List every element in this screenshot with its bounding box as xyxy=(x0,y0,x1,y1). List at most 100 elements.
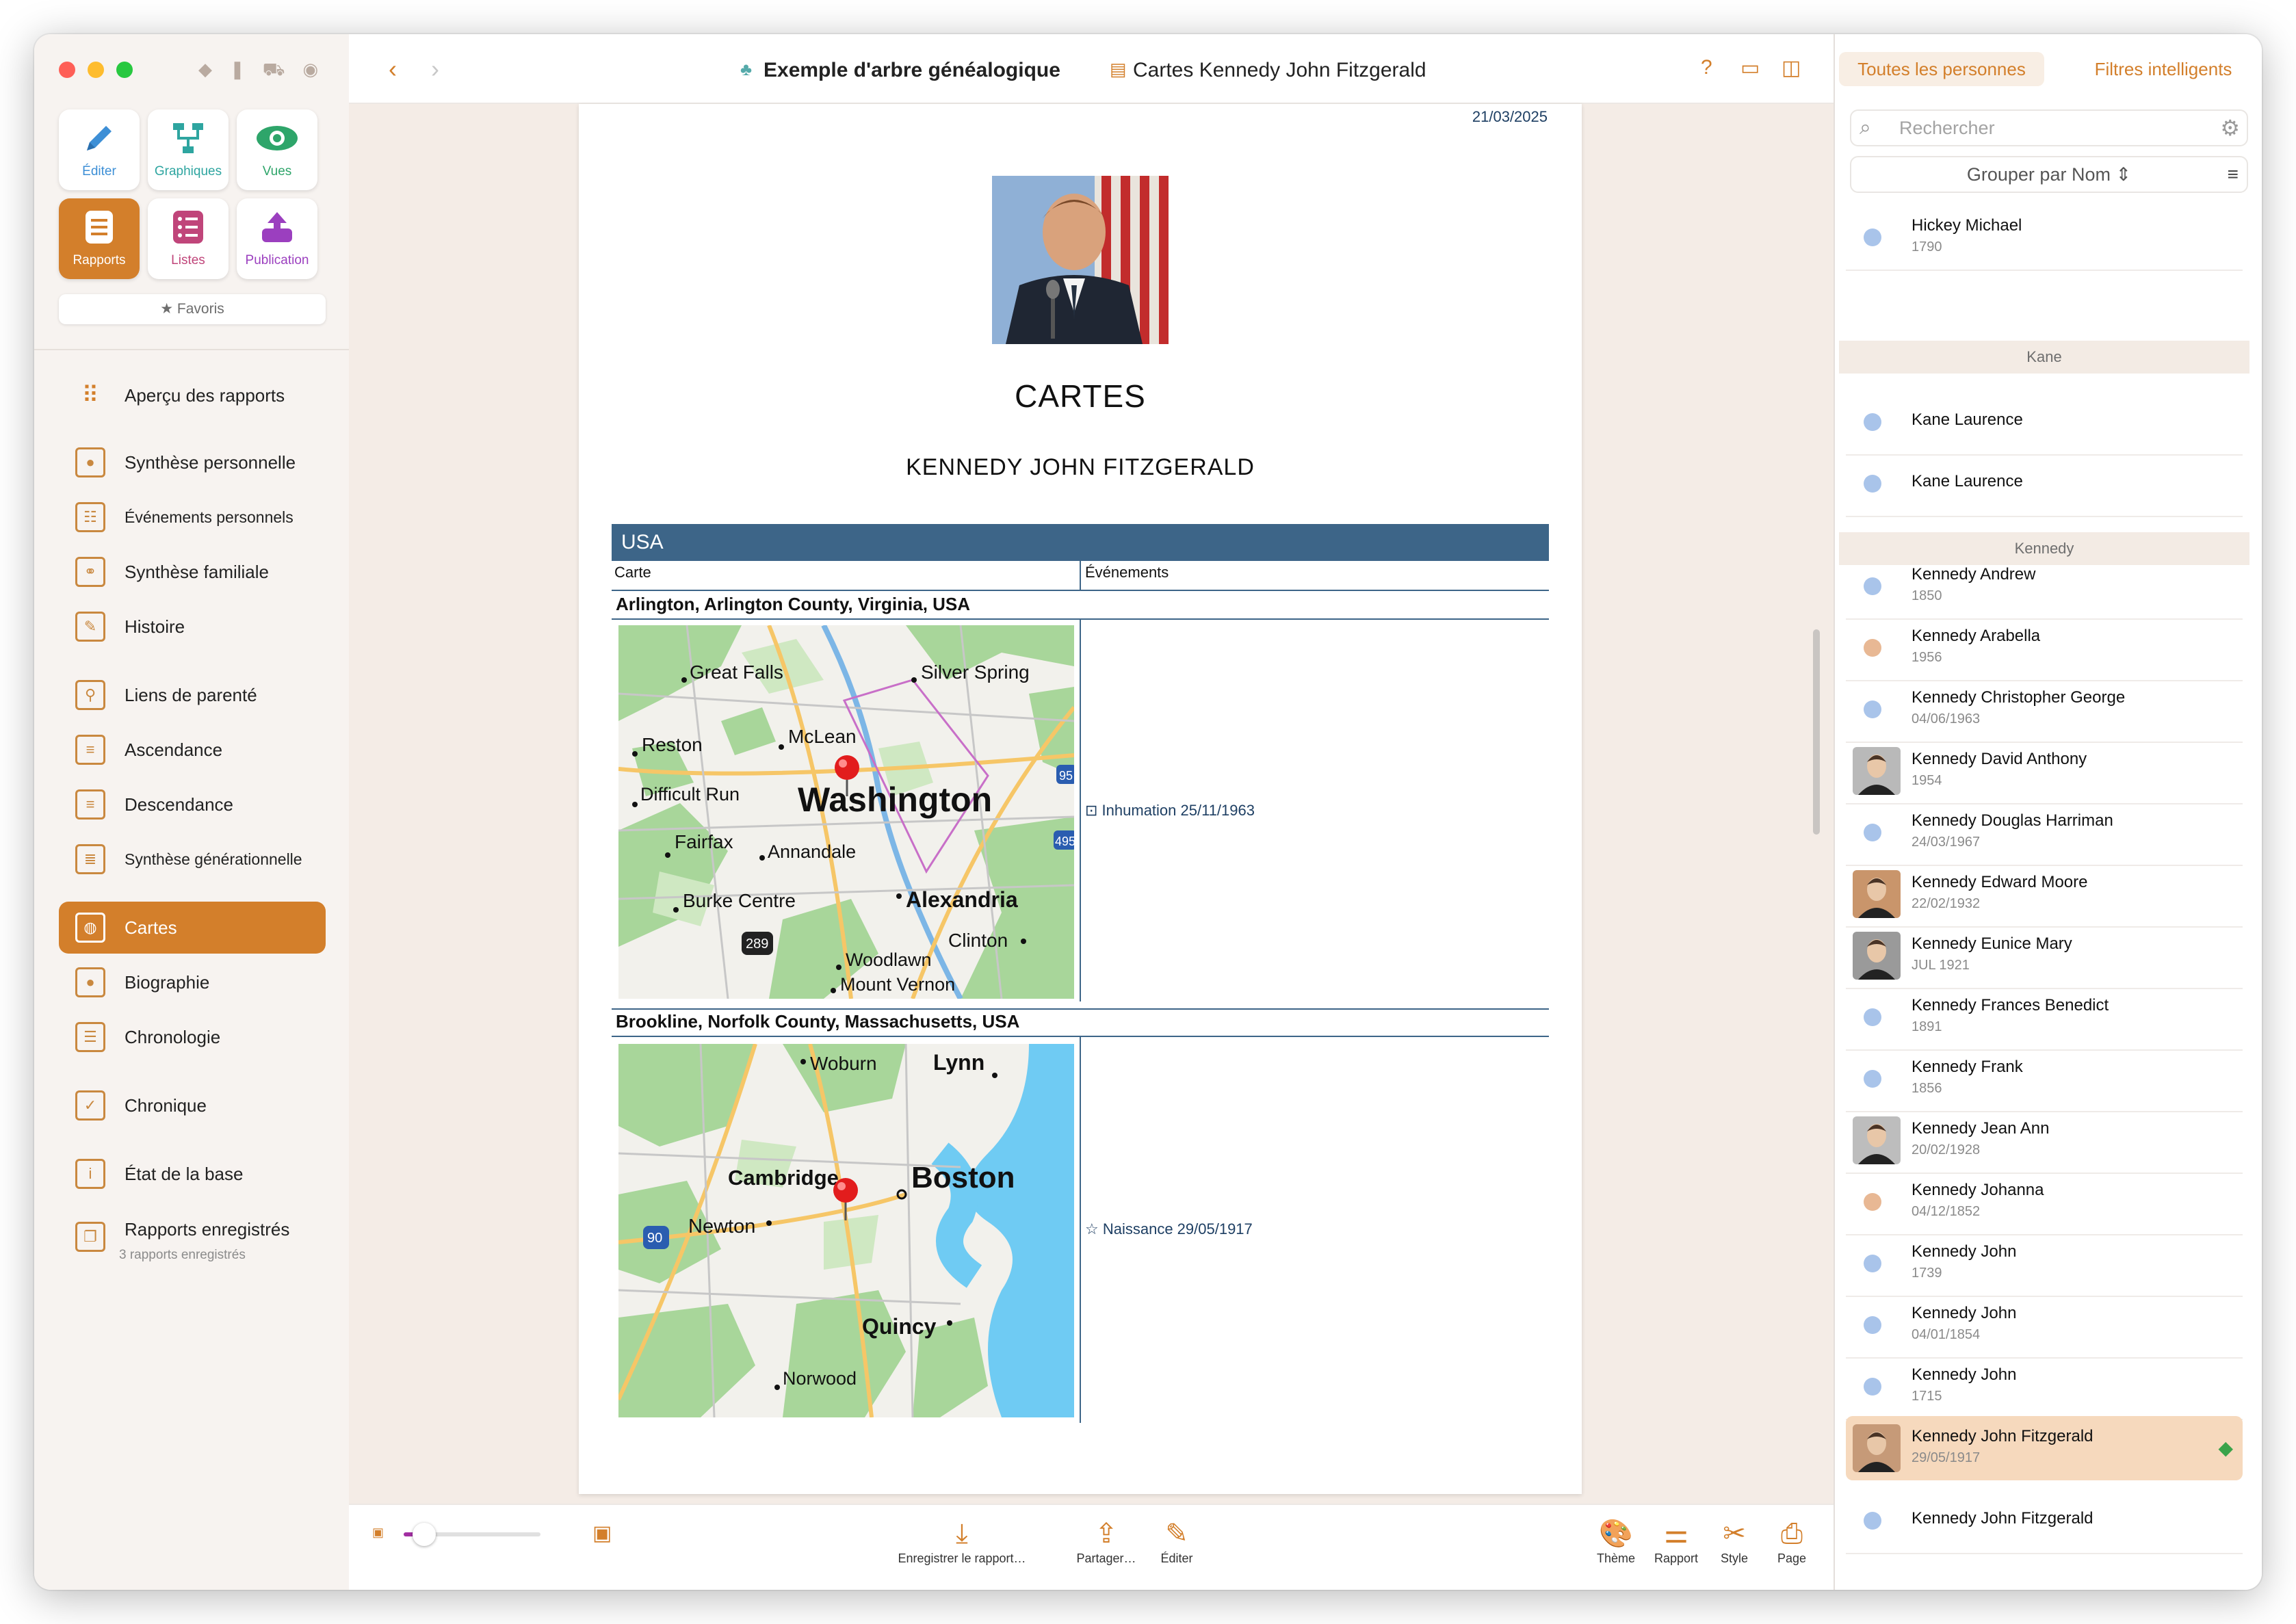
person-dot xyxy=(1864,639,1881,657)
save-report-button[interactable]: ⤓ Enregistrer le rapport… xyxy=(893,1516,1030,1566)
nav-label: Ascendance xyxy=(125,739,223,760)
nav-label: Synthèse familiale xyxy=(125,561,269,582)
report-title: Cartes Kennedy John Fitzgerald xyxy=(1133,59,1426,81)
pen-report-icon: ✎ xyxy=(75,612,105,642)
window-layout-icon[interactable]: ▭ xyxy=(1740,56,1760,80)
tag-icon[interactable]: ◆ xyxy=(198,59,212,83)
zoom-out-icon[interactable]: ▣ xyxy=(372,1525,384,1540)
nav-cartes[interactable]: ◍ Cartes xyxy=(59,902,326,954)
tab-smart-filters[interactable]: Filtres intelligents xyxy=(2081,52,2245,86)
person-row[interactable]: Kane Laurence xyxy=(1846,451,2243,517)
tile-publication[interactable]: Publication xyxy=(237,198,317,279)
map-washington[interactable]: Great Falls Silver Spring Reston McLean … xyxy=(618,625,1074,999)
nav-synthese-personnelle[interactable]: ● Synthèse personnelle xyxy=(59,436,326,488)
svg-text:Newton: Newton xyxy=(688,1216,755,1237)
person-name: Kennedy Eunice Mary xyxy=(1912,934,2072,953)
gear-icon[interactable]: ⚙ xyxy=(2220,115,2240,141)
upload-icon xyxy=(237,208,317,249)
nav-synthese-generationnelle[interactable]: ≣ Synthèse générationnelle xyxy=(59,833,326,885)
person-row[interactable]: Kennedy Christopher George 04/06/1963 xyxy=(1846,677,2243,743)
minimize-window-button[interactable] xyxy=(88,62,104,78)
nav-liens-de-parente[interactable]: ⚲ Liens de parenté xyxy=(59,669,326,721)
section-header: Kane xyxy=(1839,341,2249,374)
brain-icon[interactable]: ◉ xyxy=(303,59,319,83)
nav-descendance[interactable]: ≡ Descendance xyxy=(59,778,326,830)
tile-listes[interactable]: Listes xyxy=(148,198,229,279)
button-label: Rapport xyxy=(1654,1551,1699,1565)
zoom-in-icon[interactable]: ▣ xyxy=(592,1521,612,1545)
search-field[interactable]: ⌕ Rechercher ⚙ xyxy=(1850,109,2248,146)
person-row[interactable]: Kennedy John 04/01/1854 xyxy=(1846,1293,2243,1359)
nav-chronique[interactable]: ✓ Chronique xyxy=(59,1079,326,1131)
person-row[interactable]: Kennedy Jean Ann 20/02/1928 xyxy=(1846,1108,2243,1174)
edit-button[interactable]: ✎ Éditer xyxy=(1149,1516,1204,1566)
svg-text:McLean: McLean xyxy=(788,726,857,747)
tile-editer[interactable]: Éditer xyxy=(59,109,140,190)
map-boston[interactable]: Woburn Lynn Cambridge Boston Newton Quin… xyxy=(618,1044,1074,1417)
bookmark-icon[interactable]: ❚ xyxy=(230,59,245,83)
tile-label: Rapports xyxy=(73,253,126,267)
person-row[interactable]: Kennedy Frances Benedict 1891 xyxy=(1846,985,2243,1051)
back-button[interactable]: ‹ xyxy=(389,55,397,83)
nav-label: État de la base xyxy=(125,1163,244,1184)
person-row[interactable]: Kane Laurence xyxy=(1846,390,2243,456)
favoris-button[interactable]: ★ Favoris xyxy=(59,294,326,324)
report-options-button[interactable]: ⚌ Rapport xyxy=(1647,1516,1705,1566)
forward-button[interactable]: › xyxy=(431,55,439,83)
tile-label: Publication xyxy=(245,253,309,267)
person-date: 24/03/1967 xyxy=(1912,835,1981,850)
svg-text:Silver Spring: Silver Spring xyxy=(921,662,1030,683)
timeline-icon: ☰ xyxy=(75,1022,105,1052)
theme-button[interactable]: 🎨 Thème xyxy=(1589,1516,1643,1566)
person-row[interactable]: Hickey Michael 1790 xyxy=(1846,205,2243,271)
person-row[interactable]: Kennedy Arabella 1956 xyxy=(1846,616,2243,681)
person-row[interactable]: Kennedy Edward Moore 22/02/1932 xyxy=(1846,862,2243,928)
nav-synthese-familiale[interactable]: ⚭ Synthèse familiale xyxy=(59,546,326,598)
nav-ascendance[interactable]: ≡ Ascendance xyxy=(59,724,326,776)
document-icon: ▤ xyxy=(1110,59,1127,79)
share-button[interactable]: ⇪ Partager… xyxy=(1069,1516,1144,1566)
person-row[interactable]: Kennedy Eunice Mary JUL 1921 xyxy=(1846,924,2243,989)
country-header: USA xyxy=(612,524,1549,561)
button-label: Enregistrer le rapport… xyxy=(898,1551,1026,1565)
report-person-name: KENNEDY JOHN FITZGERALD xyxy=(906,454,1255,480)
sort-icon[interactable]: ≡ xyxy=(2228,157,2239,192)
help-icon[interactable]: ? xyxy=(1701,56,1712,79)
style-button[interactable]: ✂ Style xyxy=(1710,1516,1758,1566)
svg-text:Woburn: Woburn xyxy=(810,1053,877,1074)
person-row[interactable]: Kennedy John Fitzgerald xyxy=(1846,1489,2243,1554)
nav-evenements-personnels[interactable]: ☷ Événements personnels xyxy=(59,491,326,543)
people-scrollbar[interactable] xyxy=(1813,629,1820,835)
person-row[interactable]: Kennedy Douglas Harriman 24/03/1967 xyxy=(1846,800,2243,866)
tab-all-people[interactable]: Toutes les personnes xyxy=(1839,52,2044,86)
tile-graphiques[interactable]: Graphiques xyxy=(148,109,229,190)
sidebar-toggle-icon[interactable]: ◫ xyxy=(1782,56,1801,80)
person-date: 1891 xyxy=(1912,1019,1942,1034)
edit-icon: ✎ xyxy=(1165,1519,1188,1549)
person-row[interactable]: Kennedy Johanna 04/12/1852 xyxy=(1846,1170,2243,1235)
person-row[interactable]: Kennedy David Anthony 1954 xyxy=(1846,739,2243,804)
car-icon[interactable]: ⛟ xyxy=(263,59,285,83)
person-row[interactable]: Kennedy Andrew 1850 xyxy=(1846,554,2243,620)
page-button[interactable]: ⎙ Page xyxy=(1768,1516,1816,1566)
zoom-window-button[interactable] xyxy=(116,62,133,78)
tag-badge-icon: ◆ xyxy=(2218,1437,2233,1458)
tile-rapports[interactable]: Rapports xyxy=(59,198,140,279)
group-by-select[interactable]: Grouper par Nom ⇕ ≡ xyxy=(1850,156,2248,193)
nav-etat-de-la-base[interactable]: i État de la base xyxy=(59,1148,326,1200)
person-row[interactable]: Kennedy John 1739 xyxy=(1846,1231,2243,1297)
svg-text:Lynn: Lynn xyxy=(933,1050,984,1075)
person-date: 1790 xyxy=(1912,239,1942,254)
avatar xyxy=(1853,1116,1901,1164)
nav-chronologie[interactable]: ☰ Chronologie xyxy=(59,1011,326,1063)
nav-apercu[interactable]: ⠿ Aperçu des rapports xyxy=(59,369,326,421)
person-row[interactable]: Kennedy John Fitzgerald 29/05/1917 ◆ xyxy=(1846,1416,2243,1480)
nav-histoire[interactable]: ✎ Histoire xyxy=(59,601,326,653)
nav-biographie[interactable]: ● Biographie xyxy=(59,956,326,1008)
person-row[interactable]: Kennedy Frank 1856 xyxy=(1846,1047,2243,1112)
zoom-slider[interactable] xyxy=(413,1523,436,1546)
tile-vues[interactable]: Vues xyxy=(237,109,317,190)
close-window-button[interactable] xyxy=(59,62,75,78)
person-row[interactable]: Kennedy John 1715 xyxy=(1846,1354,2243,1420)
saved-reports-count: 3 rapports enregistrés xyxy=(119,1248,246,1262)
